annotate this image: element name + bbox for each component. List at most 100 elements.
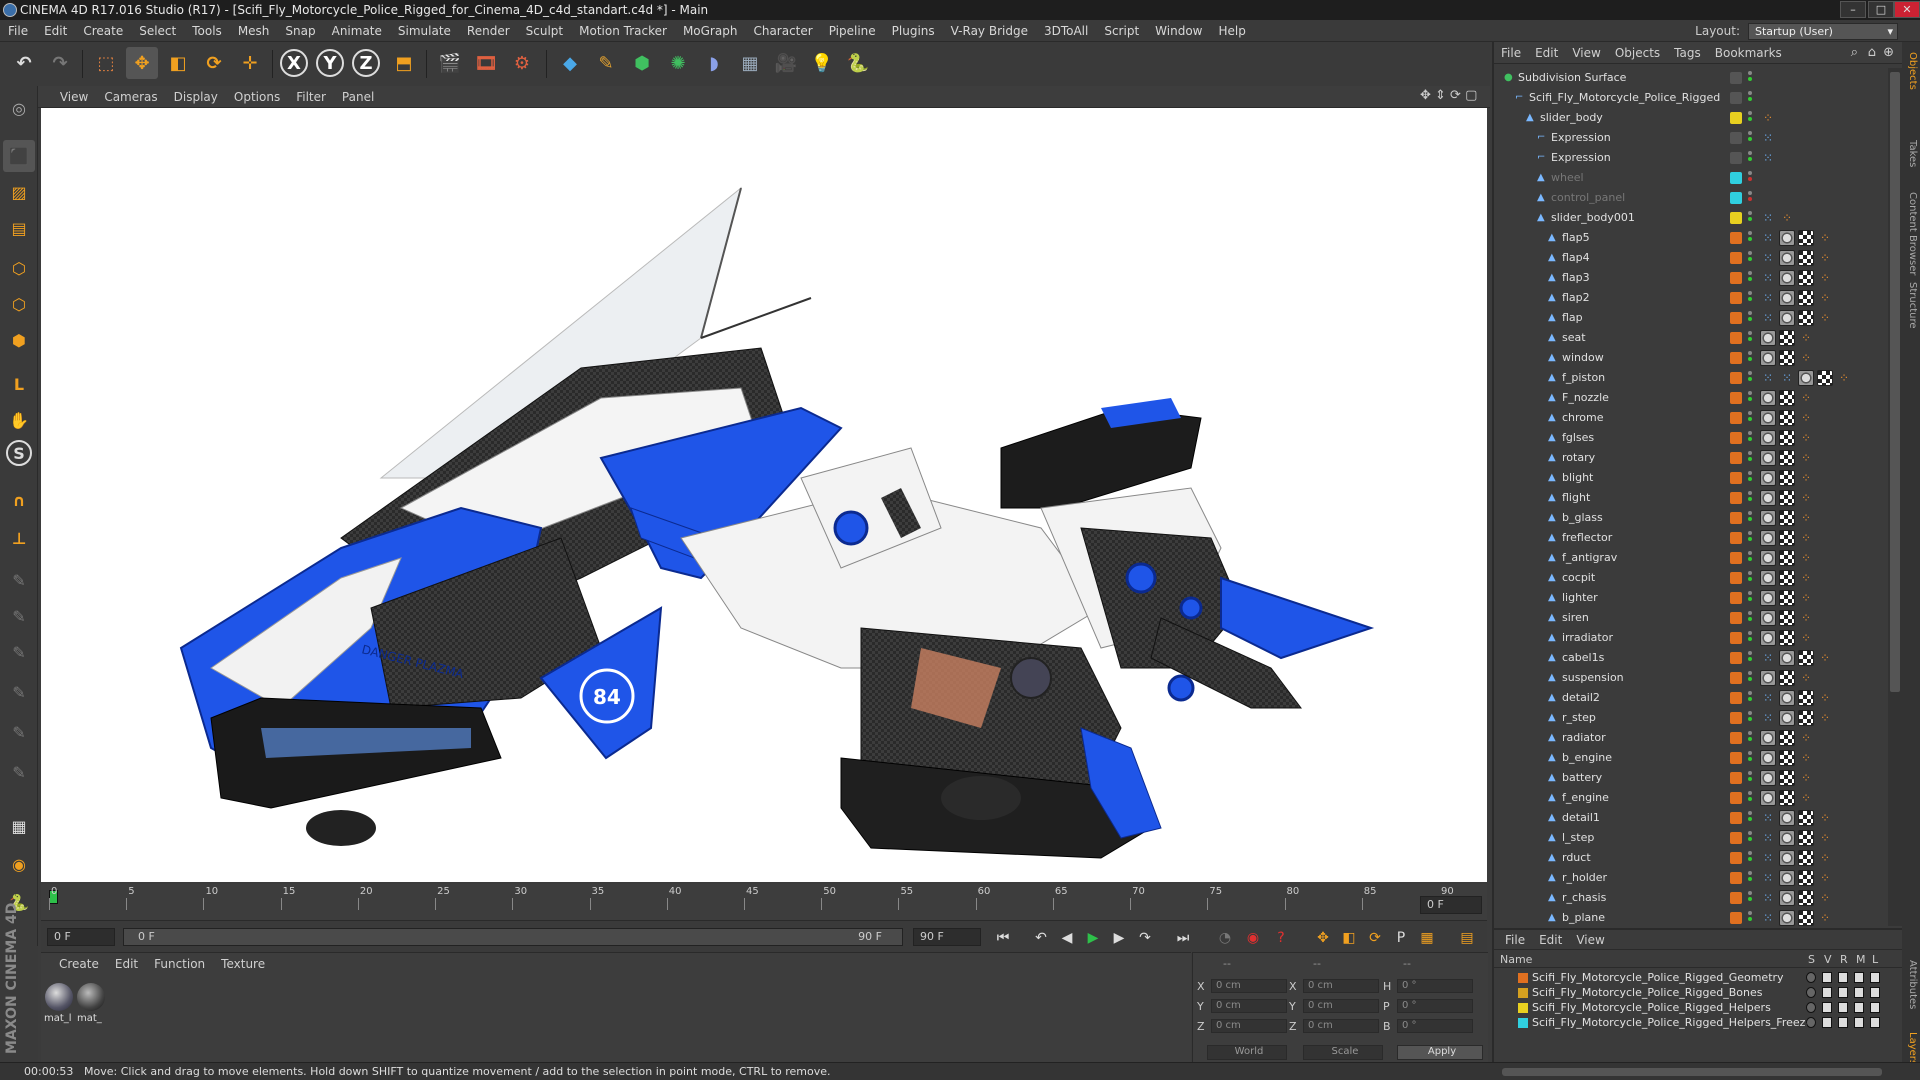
object-row[interactable]: ▲ b_engine ⁘ (1494, 748, 1887, 768)
timeline-menu-icon[interactable]: ▤ (1455, 927, 1479, 949)
uvw-tag-icon[interactable] (1798, 910, 1814, 926)
layer-color-swatch[interactable] (1730, 132, 1742, 144)
tab-objects[interactable]: Objects (1904, 52, 1918, 90)
object-name[interactable]: chrome (1562, 408, 1604, 428)
object-row[interactable]: ▲ irradiator ⁘ (1494, 628, 1887, 648)
coord-y-field[interactable]: 0 cm (1303, 999, 1379, 1013)
ik-tag-icon[interactable]: ⁘ (1760, 110, 1776, 126)
object-row[interactable]: ▲ r_chasis ⁙ ⁘ (1494, 888, 1887, 908)
coord-x-field[interactable]: 0 cm (1211, 979, 1287, 993)
light-icon[interactable]: 💡 (806, 47, 838, 79)
visibility-dots[interactable] (1748, 671, 1752, 685)
tab-content-browser[interactable]: Content Browser (1904, 192, 1918, 275)
menu-edit[interactable]: Edit (36, 20, 75, 42)
texture-tag-icon[interactable] (1760, 510, 1776, 526)
visibility-dots[interactable] (1748, 91, 1752, 105)
object-name[interactable]: F_nozzle (1562, 388, 1609, 408)
texture-tag-icon[interactable] (1760, 550, 1776, 566)
ik-tag-icon[interactable]: ⁘ (1817, 650, 1833, 666)
visibility-dots[interactable] (1748, 391, 1752, 405)
layer-color-swatch[interactable] (1730, 592, 1742, 604)
texture-tag-icon[interactable] (1760, 570, 1776, 586)
material-menu-function[interactable]: Function (146, 953, 213, 975)
uvw-tag-icon[interactable] (1779, 530, 1795, 546)
object-name[interactable]: seat (1562, 328, 1586, 348)
ik-tag-icon[interactable]: ⁘ (1798, 750, 1814, 766)
uvw-tag-icon[interactable] (1779, 790, 1795, 806)
edges-mode-icon[interactable]: ⬡ (3, 288, 35, 320)
visibility-dots[interactable] (1748, 731, 1752, 745)
visibility-dots[interactable] (1748, 811, 1752, 825)
ik-tag-icon[interactable]: ⁘ (1798, 630, 1814, 646)
texture-tag-icon[interactable] (1779, 310, 1795, 326)
next-key-icon[interactable]: ↷ (1133, 927, 1157, 949)
object-row[interactable]: ▲ flap ⁙ ⁘ (1494, 308, 1887, 328)
layer-color-swatch[interactable] (1730, 912, 1742, 924)
visibility-dots[interactable] (1748, 351, 1752, 365)
ik-tag-icon[interactable]: ⁘ (1817, 290, 1833, 306)
object-row[interactable]: ▲ r_holder ⁙ ⁘ (1494, 868, 1887, 888)
viewport-nav-icons[interactable]: ✥ ⇕ ⟳ ▢ (1420, 88, 1477, 103)
material-preview-2[interactable] (77, 983, 105, 1011)
object-row[interactable]: ▲ siren ⁘ (1494, 608, 1887, 628)
uvw-tag-icon[interactable] (1779, 670, 1795, 686)
viewport-menu-panel[interactable]: Panel (334, 86, 382, 108)
object-name[interactable]: slider_body (1540, 108, 1603, 128)
object-row[interactable]: ▲ flap4 ⁙ ⁘ (1494, 248, 1887, 268)
menu-snap[interactable]: Snap (277, 20, 323, 42)
menu-animate[interactable]: Animate (324, 20, 390, 42)
magnet-icon[interactable]: ∩ (3, 484, 35, 516)
material-preview-1[interactable] (45, 983, 73, 1011)
uvw-tag-icon[interactable] (1798, 890, 1814, 906)
object-name[interactable]: suspension (1562, 668, 1624, 688)
uvw-tag-icon[interactable] (1779, 510, 1795, 526)
texture-tag-icon[interactable] (1779, 890, 1795, 906)
xpresso-tag-icon[interactable]: ⁙ (1779, 370, 1795, 386)
object-row[interactable]: ▲ battery ⁘ (1494, 768, 1887, 788)
object-row[interactable]: ▲ control_panel (1494, 188, 1887, 208)
material-menu-create[interactable]: Create (51, 953, 107, 975)
uvw-tag-icon[interactable] (1779, 730, 1795, 746)
layer-color-swatch[interactable] (1730, 272, 1742, 284)
solo-toggle-icon[interactable] (1806, 972, 1816, 983)
object-name[interactable]: blight (1562, 468, 1593, 488)
visibility-dots[interactable] (1748, 171, 1752, 185)
layer-color-swatch[interactable] (1730, 672, 1742, 684)
layer-color-swatch[interactable] (1730, 252, 1742, 264)
layer-color-swatch[interactable] (1730, 212, 1742, 224)
layer-color-swatch[interactable] (1518, 988, 1528, 998)
ik-tag-icon[interactable]: ⁘ (1836, 370, 1852, 386)
object-row[interactable]: ⌐ Expression ⁙ (1494, 128, 1887, 148)
menu-sculpt[interactable]: Sculpt (518, 20, 571, 42)
object-row[interactable]: ▲ detail2 ⁙ ⁘ (1494, 688, 1887, 708)
xpresso-tag-icon[interactable]: ⁙ (1760, 150, 1776, 166)
render-toggle-icon[interactable] (1838, 987, 1848, 998)
layer-color-swatch[interactable] (1730, 192, 1742, 204)
autokey-icon[interactable]: ? (1269, 927, 1293, 949)
layer-color-swatch[interactable] (1730, 112, 1742, 124)
polygons-mode-icon[interactable]: ⬢ (3, 324, 35, 356)
object-name[interactable]: flap4 (1562, 248, 1590, 268)
menu-create[interactable]: Create (75, 20, 131, 42)
xpresso-tag-icon[interactable]: ⁙ (1760, 210, 1776, 226)
texture-tag-icon[interactable] (1760, 390, 1776, 406)
visibility-dots[interactable] (1748, 431, 1752, 445)
object-row[interactable]: ▲ cabel1s ⁙ ⁘ (1494, 648, 1887, 668)
visibility-dots[interactable] (1748, 451, 1752, 465)
object-name[interactable]: detail2 (1562, 688, 1600, 708)
xpresso-tag-icon[interactable]: ⁙ (1760, 710, 1776, 726)
tweak-mode-icon[interactable]: ✋ (3, 404, 35, 436)
uvw-tag-icon[interactable] (1798, 870, 1814, 886)
object-name[interactable]: flap5 (1562, 228, 1590, 248)
visibility-dots[interactable] (1748, 151, 1752, 165)
visibility-dots[interactable] (1748, 311, 1752, 325)
ik-tag-icon[interactable]: ⁘ (1817, 710, 1833, 726)
layer-name[interactable]: Scifi_Fly_Motorcycle_Police_Rigged_Geome… (1532, 970, 1784, 985)
uvw-tag-icon[interactable] (1779, 630, 1795, 646)
coord-z-field[interactable]: 0 cm (1211, 1019, 1287, 1033)
menu-plugins[interactable]: Plugins (884, 20, 943, 42)
object-name[interactable]: siren (1562, 608, 1589, 628)
layer-color-swatch[interactable] (1730, 792, 1742, 804)
visibility-dots[interactable] (1748, 751, 1752, 765)
visibility-dots[interactable] (1748, 531, 1752, 545)
